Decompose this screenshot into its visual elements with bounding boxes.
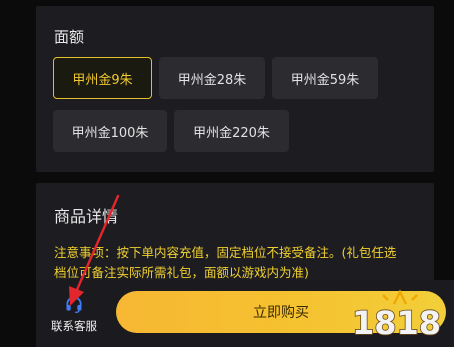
option-amount-28[interactable]: 甲州金28朱 <box>159 57 265 99</box>
option-amount-100[interactable]: 甲州金100朱 <box>53 110 167 152</box>
customer-service-button[interactable]: 联系客服 <box>36 280 112 347</box>
headset-icon <box>66 295 82 313</box>
option-amount-220[interactable]: 甲州金220朱 <box>174 110 289 152</box>
notice-line-1: 注意事项：按下单内容充值，固定档位不接受备注。(礼包任选 <box>54 245 397 260</box>
notice-text: 注意事项：按下单内容充值，固定档位不接受备注。(礼包任选 档位可备注实际所需礼包… <box>54 243 424 283</box>
amount-section: 面额 甲州金9朱 甲州金28朱 甲州金59朱 甲州金100朱 甲州金220朱 <box>36 6 434 172</box>
option-amount-59[interactable]: 甲州金59朱 <box>272 57 378 99</box>
option-amount-9[interactable]: 甲州金9朱 <box>53 57 152 99</box>
details-section-title: 商品详情 <box>54 207 119 226</box>
customer-service-label: 联系客服 <box>51 318 97 333</box>
buy-now-button[interactable]: 立即购买 <box>116 291 446 333</box>
amount-section-title: 面额 <box>54 28 85 46</box>
bottom-action-bar: 联系客服 立即购买 <box>36 280 454 347</box>
